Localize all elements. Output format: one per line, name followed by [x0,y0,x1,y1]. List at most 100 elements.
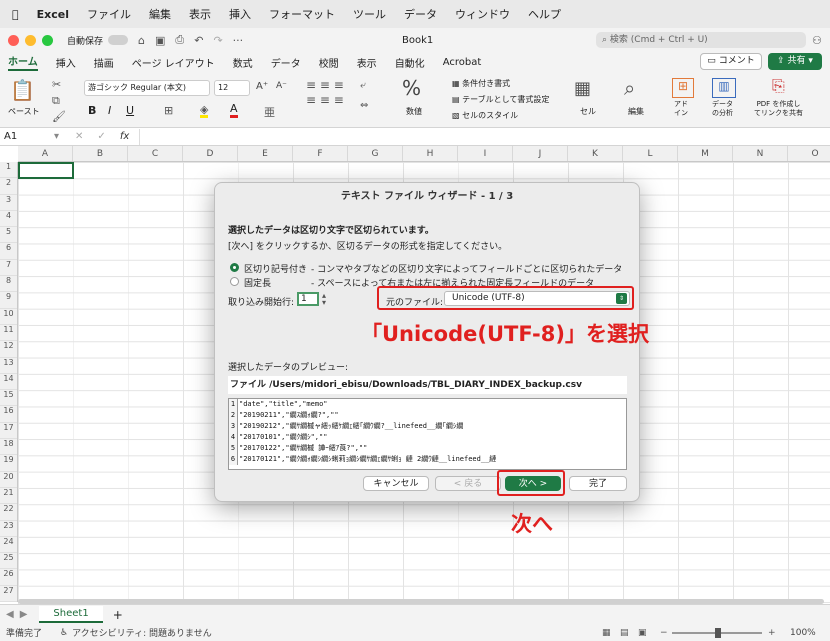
tab-data[interactable]: データ [271,55,301,70]
decrease-font-icon[interactable]: A⁻ [276,81,287,91]
row-header[interactable]: 18 [0,439,17,456]
home-icon[interactable]: ⌂ [138,34,145,47]
column-header[interactable]: K [568,146,623,161]
row-header[interactable]: 11 [0,325,17,342]
wrap-text-icon[interactable]: ⤶ [360,80,366,91]
row-header[interactable]: 5 [0,227,17,244]
back-button[interactable]: < 戻る [435,476,501,491]
cell-style-button[interactable]: ▧ セルのスタイル [452,110,518,121]
row-header[interactable]: 1 [0,162,17,179]
active-cell-a1[interactable] [18,162,74,179]
column-header[interactable]: E [238,146,293,161]
row-header[interactable]: 13 [0,358,17,374]
horizontal-scrollbar[interactable] [18,599,824,604]
cut-icon[interactable]: ✂ [52,78,61,91]
tab-draw[interactable]: 描画 [94,55,114,70]
analyze-data-icon[interactable]: ▥ [712,78,736,98]
tab-insert[interactable]: 挿入 [56,55,76,70]
name-box[interactable]: A1 [0,131,50,142]
column-header[interactable]: B [73,146,128,161]
italic-button[interactable]: I [108,104,111,117]
tab-review[interactable]: 校閲 [319,55,339,70]
row-header[interactable]: 20 [0,472,17,488]
zoom-in-icon[interactable]: + [768,628,776,638]
undo-icon[interactable]: ↶ [194,34,203,47]
edit-label[interactable]: 編集 [628,106,644,117]
row-header[interactable]: 23 [0,521,17,537]
fill-color-icon[interactable]: ◈ [200,104,209,118]
column-header[interactable]: J [513,146,568,161]
row-header[interactable]: 15 [0,390,17,407]
row-header[interactable]: 3 [0,195,17,211]
menu-window[interactable]: ウィンドウ [455,6,510,22]
font-name-select[interactable]: 游ゴシック Regular (本文) [84,80,210,96]
apple-icon[interactable]:  [12,8,19,21]
radio-delimited-label[interactable]: 区切り記号付き [244,262,307,275]
menu-view[interactable]: 表示 [189,6,211,22]
cancel-button[interactable]: キャンセル [363,476,429,491]
zoom-window-button[interactable] [42,34,53,46]
format-painter-icon[interactable]: 🖌 [52,110,66,123]
table-format-button[interactable]: ▤ テーブルとして書式設定 [452,94,549,105]
row-header[interactable]: 26 [0,569,17,586]
row-header[interactable]: 9 [0,292,17,309]
row-header[interactable]: 21 [0,488,17,505]
copy-icon[interactable]: ⧉ [52,94,60,108]
minimize-window-button[interactable] [25,34,36,46]
autosave-toggle[interactable] [108,35,129,45]
row-header[interactable]: 19 [0,455,17,472]
column-header[interactable]: H [403,146,458,161]
tab-view[interactable]: 表示 [357,55,377,70]
tab-page-layout[interactable]: ページ レイアウト [132,55,215,70]
underline-button[interactable]: U [126,104,134,117]
redo-icon[interactable]: ↷ [213,34,222,47]
column-header[interactable]: M [678,146,733,161]
edit-search-icon[interactable]: ⌕ [624,76,635,100]
search-box[interactable]: ⌕ 検索 (Cmd + Ctrl + U) [596,32,806,48]
menu-edit[interactable]: 編集 [149,6,171,22]
alignment-group[interactable]: ≡ ≡ ≡ ≡ ≡ ≡ [306,78,356,124]
pdf-icon[interactable]: ⎘ [772,76,785,96]
tab-home[interactable]: ホーム [8,53,38,71]
row-header[interactable]: 17 [0,423,17,440]
radio-fixed-width[interactable] [230,277,239,286]
share-button[interactable]: ⇪ 共有 ▾ [768,53,822,70]
row-header[interactable]: 12 [0,341,17,358]
finish-button[interactable]: 完了 [569,476,627,491]
increase-font-icon[interactable]: A⁺ [256,81,268,92]
print-icon[interactable]: ⎙ [175,33,184,47]
close-window-button[interactable] [8,34,19,46]
number-label[interactable]: 数値 [406,106,422,117]
function-icon[interactable]: fx [120,131,129,142]
confirm-entry-icon[interactable]: ✓ [97,131,105,142]
row-header[interactable]: 27 [0,586,17,603]
radio-delimited[interactable] [230,263,239,272]
name-box-dropdown-icon[interactable]: ▾ [54,131,59,142]
accessibility-status[interactable]: アクセシビリティ: 問題ありません [72,626,212,639]
zoom-slider-thumb[interactable] [715,628,721,638]
radio-fixed-label[interactable]: 固定長 [244,276,271,289]
menu-format[interactable]: フォーマット [269,6,335,22]
start-row-input[interactable]: 1 [297,292,319,306]
column-header[interactable]: A [18,146,73,161]
save-icon[interactable]: ▣ [155,34,165,47]
row-header[interactable]: 10 [0,309,17,325]
column-header[interactable]: G [348,146,403,161]
cells-icon[interactable]: ▦ [574,78,591,99]
font-color-icon[interactable]: A [230,102,238,118]
pdf-share-label[interactable]: PDF を作成し てリンクを共有 [754,100,803,118]
paste-icon[interactable]: 📋 [10,78,35,102]
page-break-view-icon[interactable]: ▣ [638,628,647,638]
row-header[interactable]: 7 [0,260,17,277]
row-header[interactable]: 14 [0,374,17,391]
share-people-icon[interactable]: ⚇ [812,34,822,47]
merge-center-icon[interactable]: ⇔ [360,100,368,111]
more-icon[interactable]: ··· [233,34,244,47]
column-header[interactable]: F [293,146,348,161]
row-header[interactable]: 8 [0,276,17,293]
menu-data[interactable]: データ [404,6,437,22]
menu-help[interactable]: ヘルプ [528,6,561,22]
paste-label[interactable]: ペースト [8,106,40,117]
row-header[interactable]: 4 [0,211,17,228]
tab-acrobat[interactable]: Acrobat [443,57,482,68]
